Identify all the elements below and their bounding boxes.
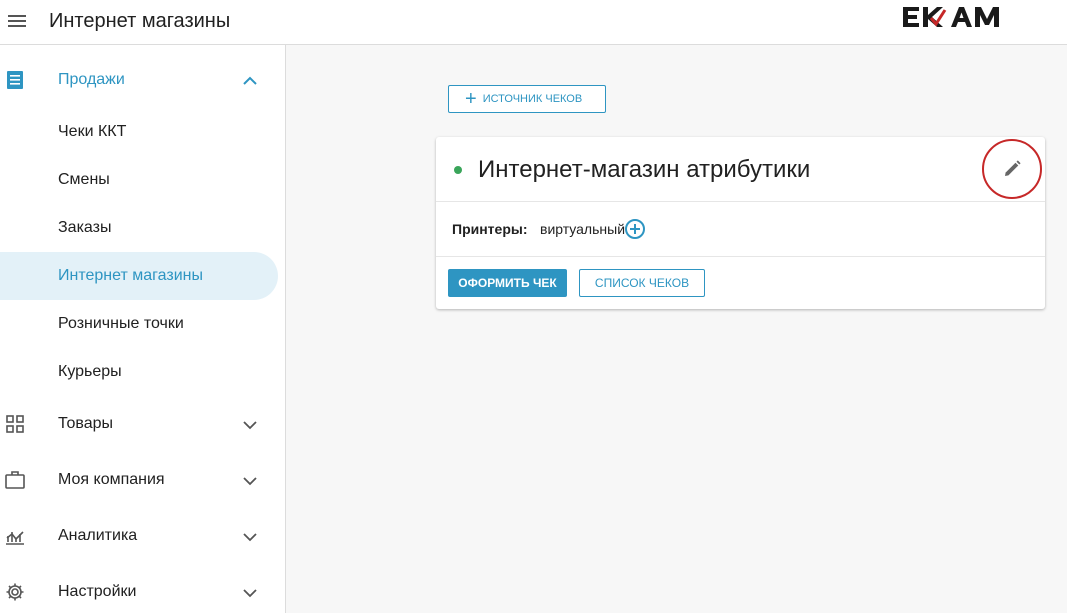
add-receipt-source-button[interactable]: + ИСТОЧНИК ЧЕКОВ bbox=[448, 85, 606, 113]
receipt-list-button[interactable]: СПИСОК ЧЕКОВ bbox=[579, 269, 705, 297]
sidebar-group-analytics[interactable]: Аналитика bbox=[0, 512, 286, 560]
sidebar-item-retail-points[interactable]: Розничные точки bbox=[0, 300, 278, 348]
page-title: Интернет магазины bbox=[49, 10, 231, 32]
sidebar-group-company[interactable]: Моя компания bbox=[0, 456, 286, 504]
plus-icon: + bbox=[465, 88, 477, 110]
issue-receipt-button[interactable]: ОФОРМИТЬ ЧЕК bbox=[448, 269, 567, 297]
sidebar-group-products[interactable]: Товары bbox=[0, 400, 286, 448]
sidebar-item-label: Чеки ККТ bbox=[58, 123, 127, 140]
gear-icon bbox=[4, 581, 26, 603]
sidebar-group-label: Продажи bbox=[58, 71, 125, 88]
sidebar-group-settings[interactable]: Настройки bbox=[0, 568, 286, 613]
sidebar-item-label: Заказы bbox=[58, 219, 112, 236]
sidebar-item-label: Курьеры bbox=[58, 363, 122, 380]
sidebar-item-label: Смены bbox=[58, 171, 110, 188]
top-bar: Интернет магазины bbox=[0, 0, 1067, 45]
chevron-down-icon[interactable] bbox=[240, 415, 260, 435]
store-card-header: Интернет-магазин атрибутики bbox=[436, 137, 1045, 202]
sidebar-group-label: Товары bbox=[58, 415, 114, 432]
chevron-down-icon[interactable] bbox=[240, 527, 260, 547]
grid-icon bbox=[4, 413, 26, 435]
sidebar-item-kkt-receipts[interactable]: Чеки ККТ bbox=[0, 108, 278, 156]
store-title: Интернет-магазин атрибутики bbox=[478, 156, 811, 183]
printers-value: виртуальный bbox=[540, 221, 626, 237]
sidebar-group-label: Моя компания bbox=[58, 471, 165, 488]
chart-icon bbox=[4, 525, 26, 547]
add-receipt-source-label: ИСТОЧНИК ЧЕКОВ bbox=[482, 93, 583, 105]
sidebar-group-sales[interactable]: Продажи bbox=[0, 56, 286, 104]
sidebar-item-online-stores[interactable]: Интернет магазины bbox=[0, 252, 278, 300]
briefcase-icon bbox=[4, 469, 26, 491]
status-indicator bbox=[454, 166, 462, 174]
sidebar: Продажи Чеки ККТ Смены Заказы Интернет м… bbox=[0, 45, 286, 613]
receipt-icon bbox=[4, 69, 26, 91]
pencil-icon bbox=[1005, 160, 1021, 176]
printers-row: Принтеры: виртуальный bbox=[436, 202, 1045, 257]
store-card: Интернет-магазин атрибутики Принтеры: ви… bbox=[436, 137, 1045, 309]
edit-store-button[interactable] bbox=[982, 139, 1042, 199]
add-printer-icon[interactable] bbox=[624, 218, 646, 240]
sidebar-item-orders[interactable]: Заказы bbox=[0, 204, 278, 252]
sidebar-item-couriers[interactable]: Курьеры bbox=[0, 348, 278, 396]
chevron-down-icon[interactable] bbox=[240, 583, 260, 603]
sidebar-group-label: Аналитика bbox=[58, 527, 138, 544]
chevron-up-icon[interactable] bbox=[240, 71, 260, 91]
sidebar-item-shifts[interactable]: Смены bbox=[0, 156, 278, 204]
sidebar-item-label: Розничные точки bbox=[58, 315, 184, 332]
brand-logo[interactable] bbox=[901, 4, 1005, 30]
sidebar-item-label: Интернет магазины bbox=[58, 267, 203, 284]
hamburger-menu-icon[interactable] bbox=[6, 10, 28, 32]
sidebar-group-label: Настройки bbox=[58, 583, 137, 600]
chevron-down-icon[interactable] bbox=[240, 471, 260, 491]
printers-label: Принтеры: bbox=[452, 221, 528, 237]
